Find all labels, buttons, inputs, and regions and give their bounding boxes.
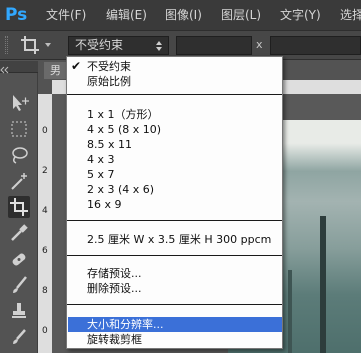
crop-ratio-dropdown: ✔ 不受约束 原始比例 1 x 1（方形） 4 x 5 (8 x 10) 8.5… xyxy=(66,56,283,349)
menu-bar: Ps 文件(F) 编辑(E) 图像(I) 图层(L) 文字(Y) 选择 xyxy=(0,0,361,30)
brush-tool-icon[interactable] xyxy=(8,274,30,296)
menu-type[interactable]: 文字(Y) xyxy=(280,7,321,23)
menu-select[interactable]: 选择 xyxy=(340,7,361,23)
dropdown-item-unconstrained[interactable]: 不受约束 xyxy=(87,60,131,73)
menu-file[interactable]: 文件(F) xyxy=(46,7,86,23)
ruler-number: 0 xyxy=(42,126,48,136)
dropdown-item-size-resolution[interactable]: 大小和分辨率... xyxy=(87,318,164,331)
dropdown-item-ratio[interactable]: 8.5 x 11 xyxy=(87,138,132,151)
select-updown-icon xyxy=(156,41,162,51)
height-field[interactable] xyxy=(270,36,361,55)
healing-brush-tool-icon[interactable] xyxy=(8,248,30,270)
swap-x-label[interactable]: x xyxy=(256,38,263,52)
image-detail xyxy=(320,216,326,353)
lasso-tool-icon[interactable] xyxy=(8,144,30,166)
menu-edit[interactable]: 编辑(E) xyxy=(106,7,147,23)
crop-tool-preset-icon[interactable] xyxy=(20,35,40,55)
dropdown-separator xyxy=(67,304,282,305)
ruler-number: 2 xyxy=(42,166,48,176)
options-bar-grip[interactable] xyxy=(5,36,8,54)
dropdown-item-original-ratio[interactable]: 原始比例 xyxy=(87,75,131,88)
dropdown-item-rotate-crop-box[interactable]: 旋转裁剪框 xyxy=(87,333,142,346)
menu-image[interactable]: 图像(I) xyxy=(165,7,202,23)
clone-stamp-tool-icon[interactable] xyxy=(8,300,30,322)
move-tool-icon[interactable] xyxy=(8,92,30,114)
dropdown-item-ratio[interactable]: 5 x 7 xyxy=(87,168,115,181)
dropdown-separator xyxy=(67,255,282,256)
history-brush-tool-icon[interactable] xyxy=(8,326,30,348)
photoshop-logo: Ps xyxy=(5,5,28,25)
dropdown-item-ratio[interactable]: 2 x 3 (4 x 6) xyxy=(87,183,154,196)
dropdown-separator xyxy=(67,94,282,95)
eyedropper-tool-icon[interactable] xyxy=(8,222,30,244)
dropdown-item-ratio[interactable]: 4 x 3 xyxy=(87,153,115,166)
marquee-tool-icon[interactable] xyxy=(8,118,30,140)
checkmark-icon: ✔ xyxy=(71,59,82,73)
dropdown-item-delete-preset[interactable]: 删除预设... xyxy=(87,282,142,295)
dropdown-separator xyxy=(67,220,282,221)
dropdown-item-ratio[interactable]: 16 x 9 xyxy=(87,198,122,211)
dropdown-item-ratio[interactable]: 1 x 1（方形） xyxy=(87,108,159,121)
dropdown-item-save-preset[interactable]: 存储预设... xyxy=(87,267,142,280)
tool-preset-arrow-icon[interactable] xyxy=(45,43,51,47)
ruler-number: 0 xyxy=(42,326,48,336)
crop-ratio-value: 不受约束 xyxy=(75,38,124,52)
tools-panel-header[interactable] xyxy=(0,61,38,74)
magic-wand-tool-icon[interactable] xyxy=(8,170,30,192)
image-detail xyxy=(288,270,292,353)
menu-layer[interactable]: 图层(L) xyxy=(221,7,261,23)
crop-tool-icon[interactable] xyxy=(8,196,30,218)
ruler-number: 8 xyxy=(42,286,48,296)
ruler-number: 4 xyxy=(42,206,48,216)
width-field[interactable] xyxy=(176,36,252,55)
dropdown-item-size-preset[interactable]: 2.5 厘米 W x 3.5 厘米 H 300 ppcm xyxy=(87,233,271,246)
crop-ratio-select[interactable]: 不受约束 xyxy=(68,36,169,55)
ruler-number: 6 xyxy=(42,246,48,256)
dropdown-item-ratio[interactable]: 4 x 5 (8 x 10) xyxy=(87,123,161,136)
